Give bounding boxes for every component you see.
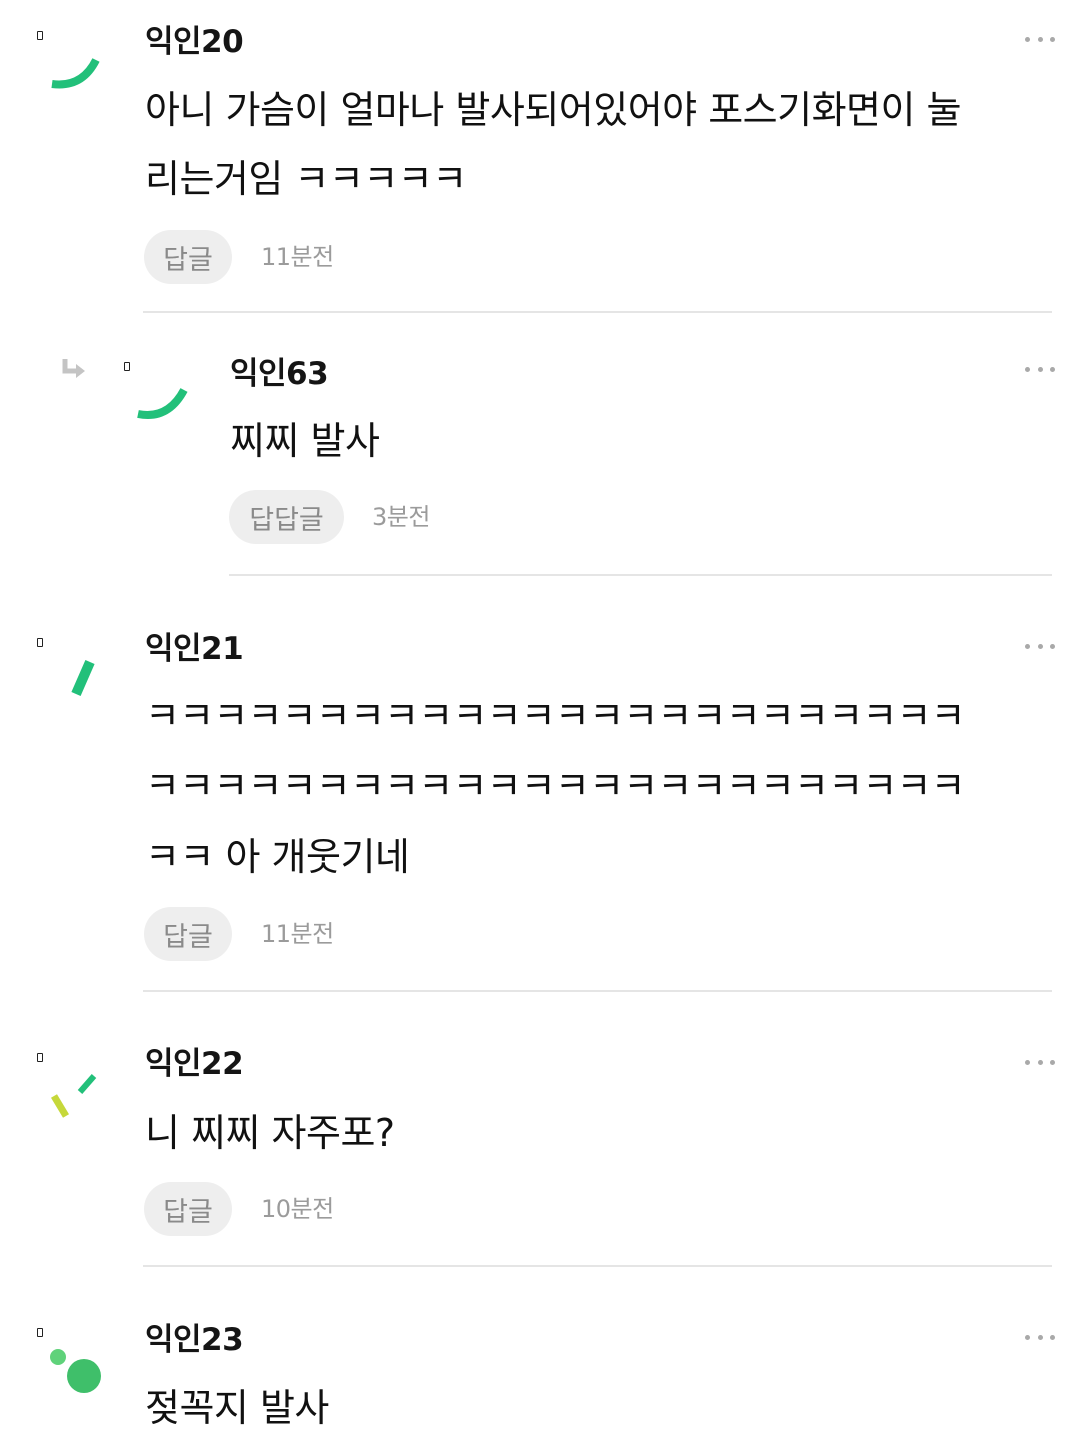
pin-icon xyxy=(37,1328,43,1337)
comment-text-line: 젖꼭지 발사 xyxy=(145,1386,329,1430)
green-dots-icon xyxy=(50,1349,101,1393)
comment-author: 익인23 xyxy=(145,1322,244,1358)
more-dots-icon[interactable] xyxy=(1025,1333,1055,1341)
comment-item: 익인23 젖꼭지 발사 xyxy=(0,0,1080,1436)
